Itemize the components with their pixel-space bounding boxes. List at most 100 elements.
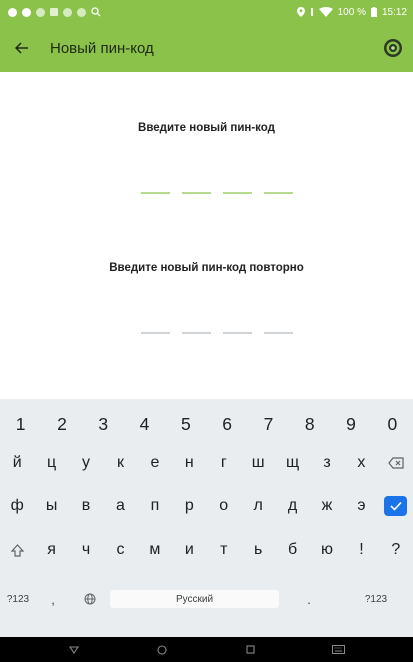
bottom-row: ?123 , Русский . ?123 [0, 579, 413, 619]
battery-percent: 100 % [337, 6, 366, 18]
triangle-down-icon [69, 645, 80, 654]
repeat-pin-field[interactable] [141, 332, 293, 334]
symbols-key-right[interactable]: ?123 [339, 579, 413, 619]
key[interactable]: ! [344, 533, 378, 567]
new-pin-prompt: Введите новый пин-код [138, 122, 275, 134]
key[interactable]: ц [34, 446, 68, 480]
symbols-key[interactable]: ?123 [0, 579, 36, 619]
notification-icon [77, 7, 86, 17]
page-title: Новый пин-код [50, 39, 154, 57]
nav-back-button[interactable] [59, 637, 89, 662]
enter-key[interactable] [379, 489, 413, 523]
key[interactable]: щ [275, 446, 309, 480]
notification-icons [8, 7, 101, 17]
key[interactable]: д [275, 489, 309, 523]
letter-row-3: я ч с м и т ь б ю ! ? [0, 533, 413, 567]
key[interactable]: л [241, 489, 275, 523]
key[interactable]: х [344, 446, 378, 480]
key[interactable]: ф [0, 489, 34, 523]
key[interactable]: р [172, 489, 206, 523]
key[interactable]: ю [310, 533, 344, 567]
letter-row-2: ф ы в а п р о л д ж э [0, 489, 413, 523]
key[interactable]: 1 [0, 411, 41, 437]
battery-icon [370, 7, 377, 17]
notification-icon [22, 7, 31, 17]
wifi-icon [318, 7, 333, 17]
nav-keyboard-button[interactable] [324, 637, 354, 662]
key[interactable]: й [0, 446, 34, 480]
key[interactable]: а [103, 489, 137, 523]
letter-row-1: й ц у к е н г ш щ з х [0, 446, 413, 480]
key[interactable]: п [138, 489, 172, 523]
image-notification-icon [50, 8, 58, 16]
key[interactable]: 5 [165, 411, 206, 437]
key[interactable]: 9 [330, 411, 371, 437]
backspace-icon [388, 457, 404, 469]
key[interactable]: ? [379, 533, 413, 567]
key[interactable]: ч [69, 533, 103, 567]
key[interactable]: о [207, 489, 241, 523]
repeat-pin-prompt: Введите новый пин-код повторно [109, 262, 304, 274]
key[interactable]: ь [241, 533, 275, 567]
key[interactable]: е [138, 446, 172, 480]
pin-digit-slot [223, 332, 252, 334]
key[interactable]: 3 [83, 411, 124, 437]
globe-icon [84, 593, 96, 605]
key[interactable]: я [34, 533, 68, 567]
key[interactable]: 8 [289, 411, 330, 437]
notification-icon [36, 7, 45, 17]
back-button[interactable] [0, 24, 44, 72]
key[interactable]: и [172, 533, 206, 567]
notification-icon [63, 7, 72, 17]
key[interactable]: б [275, 533, 309, 567]
key[interactable]: у [69, 446, 103, 480]
shift-key[interactable] [0, 533, 34, 567]
key[interactable]: г [207, 446, 241, 480]
location-icon [296, 7, 305, 17]
system-indicators: 100 % 15:12 [296, 6, 407, 18]
language-key[interactable] [70, 579, 110, 619]
key[interactable]: 2 [41, 411, 82, 437]
arrow-back-icon [15, 42, 28, 54]
comma-key[interactable]: , [36, 579, 70, 619]
notification-icon [8, 7, 17, 17]
pin-digit-slot [264, 332, 293, 334]
app-logo-icon [384, 39, 402, 57]
key[interactable]: 6 [206, 411, 247, 437]
nav-recents-button[interactable] [236, 637, 266, 662]
key[interactable]: в [69, 489, 103, 523]
new-pin-field[interactable] [141, 192, 293, 194]
key[interactable]: т [207, 533, 241, 567]
key[interactable]: н [172, 446, 206, 480]
status-bar: 100 % 15:12 [0, 0, 413, 24]
circle-icon [157, 644, 167, 655]
navigation-bar [0, 637, 413, 662]
key[interactable]: 0 [372, 411, 413, 437]
pin-digit-slot [141, 192, 170, 194]
key[interactable]: 4 [124, 411, 165, 437]
vibrate-icon [310, 8, 313, 16]
square-icon [246, 645, 255, 654]
pin-digit-slot [223, 192, 252, 194]
checkmark-icon [384, 496, 408, 516]
key[interactable]: с [103, 533, 137, 567]
app-bar: Новый пин-код [0, 24, 413, 72]
key[interactable]: м [138, 533, 172, 567]
key[interactable]: э [344, 489, 378, 523]
key[interactable]: ж [310, 489, 344, 523]
key[interactable]: з [310, 446, 344, 480]
soft-keyboard: 1 2 3 4 5 6 7 8 9 0 й ц у к е н г ш щ з … [0, 399, 413, 637]
period-key[interactable]: . [279, 579, 339, 619]
keyboard-icon [332, 645, 346, 654]
space-key[interactable]: Русский [110, 590, 279, 608]
nav-home-button[interactable] [147, 637, 177, 662]
backspace-key[interactable] [379, 446, 413, 480]
key[interactable]: к [103, 446, 137, 480]
pin-digit-slot [182, 332, 211, 334]
key[interactable]: ы [34, 489, 68, 523]
shift-icon [10, 543, 24, 557]
key[interactable]: ш [241, 446, 275, 480]
pin-digit-slot [182, 192, 211, 194]
number-row: 1 2 3 4 5 6 7 8 9 0 [0, 411, 413, 437]
key[interactable]: 7 [248, 411, 289, 437]
